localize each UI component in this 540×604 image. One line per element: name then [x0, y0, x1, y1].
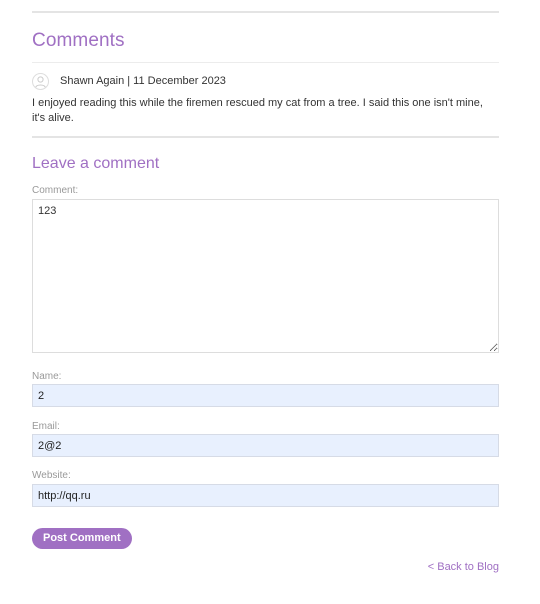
name-input[interactable]: [32, 384, 499, 407]
email-label: Email:: [32, 421, 60, 432]
email-input[interactable]: [32, 434, 499, 457]
comment-textarea[interactable]: 123: [32, 199, 499, 353]
form-divider: [32, 136, 499, 138]
comments-heading: Comments: [32, 30, 125, 51]
user-avatar-icon: [32, 73, 49, 90]
post-comment-button[interactable]: Post Comment: [32, 528, 132, 549]
comments-divider: [32, 62, 499, 63]
comment-label: Comment:: [32, 185, 79, 196]
leave-comment-heading: Leave a comment: [32, 155, 160, 172]
back-to-blog-link[interactable]: < Back to Blog: [428, 561, 499, 573]
comment-byline: Shawn Again | 11 December 2023: [60, 75, 226, 87]
website-input[interactable]: [32, 484, 499, 507]
name-label: Name:: [32, 371, 62, 382]
website-label: Website:: [32, 470, 71, 481]
comment-body: I enjoyed reading this while the firemen…: [32, 97, 483, 124]
top-divider: [32, 11, 499, 13]
